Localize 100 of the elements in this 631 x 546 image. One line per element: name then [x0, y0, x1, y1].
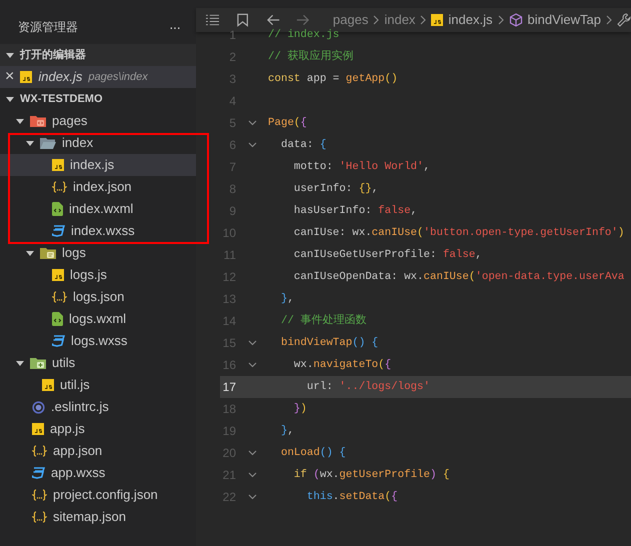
fold-chevron-icon[interactable]: [248, 472, 256, 478]
file-row[interactable]: logs.json: [0, 286, 196, 308]
folder-row[interactable]: index: [0, 132, 196, 154]
code-line: motto: 'Hello World',: [292, 160, 430, 175]
file-name: util.js: [60, 376, 90, 394]
file-name: utils: [52, 354, 76, 372]
code-line: onLoad() {: [280, 446, 346, 461]
open-editor-row[interactable]: × index.js pages\index: [0, 66, 196, 88]
caret-icon: [26, 249, 34, 257]
folder-row[interactable]: logs: [0, 242, 196, 264]
folder-icon: [40, 136, 56, 150]
back-arrow-icon[interactable]: [266, 14, 280, 26]
chevron-icon: [498, 15, 504, 25]
folder-icon: [40, 246, 56, 260]
fold-chevron-icon[interactable]: [248, 450, 256, 456]
folder-row[interactable]: utils: [0, 352, 196, 374]
line-number: 17: [222, 379, 236, 396]
fold-chevron-icon[interactable]: [248, 494, 256, 500]
code-line: Page({: [268, 116, 307, 131]
file-row[interactable]: index.wxss: [0, 220, 196, 242]
breadcrumb-item[interactable]: index: [384, 10, 416, 30]
css-file-icon: [52, 225, 65, 237]
code-line: wx.navigateTo({: [292, 358, 392, 373]
file-name: index: [62, 134, 94, 152]
caret-icon: [16, 359, 24, 367]
code-line: // 获取应用实例: [268, 48, 354, 65]
fold-chevron-icon[interactable]: [248, 120, 256, 126]
file-row[interactable]: project.config.json: [0, 484, 196, 506]
file-name: logs.wxml: [69, 310, 126, 328]
code-line: data: {: [280, 138, 326, 153]
file-row[interactable]: app.json: [0, 440, 196, 462]
code-line: },: [280, 424, 294, 439]
close-button[interactable]: ×: [5, 69, 14, 85]
file-row[interactable]: logs.wxss: [0, 330, 196, 352]
wrench-icon[interactable]: [616, 13, 631, 27]
code-line: },: [280, 292, 294, 307]
file-row[interactable]: logs.js: [0, 264, 196, 286]
braces-icon: [32, 511, 47, 523]
js-file-icon: [431, 14, 444, 26]
code-line: canIUseOpenData: wx.canIUse('open-data.type.userAva: [292, 270, 624, 285]
code-line: const app = getApp(): [268, 72, 398, 87]
more-button[interactable]: ···: [169, 16, 180, 38]
breadcrumb-item[interactable]: pages: [332, 10, 368, 30]
file-name: index.json: [73, 178, 132, 196]
file-name: app.wxss: [51, 464, 106, 482]
js-file-icon: [52, 269, 64, 281]
file-name: .eslintrc.js: [51, 398, 109, 416]
file-name: index.wxss: [71, 222, 135, 240]
caret-icon: [6, 51, 14, 59]
file-row[interactable]: index.js: [0, 154, 196, 176]
caret-icon: [6, 95, 14, 103]
js-file-icon: [52, 159, 64, 171]
code-line: canIUseGetUserProfile: false,: [292, 248, 482, 263]
code-line: this.setData({: [306, 490, 398, 505]
file-row[interactable]: logs.wxml: [0, 308, 196, 330]
file-name: logs.json: [73, 288, 124, 306]
folder-row[interactable]: pages: [0, 110, 196, 132]
file-row[interactable]: sitemap.json: [0, 506, 196, 528]
file-name: pages: [52, 112, 88, 130]
section-header[interactable]: WX-TESTDEMO: [0, 88, 196, 110]
code-line: url: '../logs/logs': [306, 380, 430, 395]
chevron-icon: [373, 15, 380, 25]
file-row[interactable]: .eslintrc.js: [0, 396, 196, 418]
fold-chevron-icon[interactable]: [248, 142, 256, 148]
forward-arrow-icon[interactable]: [296, 14, 309, 26]
line-number: 1: [228, 27, 236, 44]
code-line: // index.js: [268, 28, 340, 43]
code-line: hasUserInfo: false,: [292, 204, 418, 219]
file-name: index.wxml: [69, 200, 134, 218]
file-row[interactable]: index.json: [0, 176, 196, 198]
sidebar-title: 资源管理器: [18, 19, 78, 36]
code-line: userInfo: {},: [292, 182, 378, 197]
fold-chevron-icon[interactable]: [248, 362, 256, 368]
chevron-icon: [420, 15, 426, 25]
section-header[interactable]: 打开的编辑器: [0, 44, 196, 66]
braces-icon: [52, 181, 67, 193]
js-file-icon: [20, 71, 32, 83]
code-line: }): [292, 402, 307, 417]
chevron-icon: [606, 15, 612, 25]
breadcrumb-item[interactable]: index.js: [448, 10, 492, 30]
code-line: canIUse: wx.canIUse('button.open-type.getUserInfo'): [292, 226, 624, 241]
file-row[interactable]: index.wxml: [0, 198, 196, 220]
ring-icon: [32, 400, 45, 414]
breadcrumb-item[interactable]: bindViewTap: [528, 10, 601, 30]
file-row[interactable]: util.js: [0, 374, 196, 396]
file-row[interactable]: app.wxss: [0, 462, 196, 484]
css-file-icon: [32, 467, 45, 479]
menu-icon[interactable]: [206, 14, 220, 26]
code-line: // 事件处理函数: [280, 313, 366, 329]
file-name: index.js: [70, 156, 114, 174]
file-row[interactable]: app.js: [0, 418, 196, 440]
caret-icon: [26, 139, 34, 147]
code-line: bindViewTap() {: [280, 336, 378, 351]
code-file-icon: [52, 312, 63, 326]
fold-chevron-icon[interactable]: [248, 340, 256, 346]
file-name: logs: [62, 244, 86, 262]
file-name: sitemap.json: [53, 508, 126, 526]
braces-icon: [32, 489, 47, 501]
bookmark-icon[interactable]: [237, 13, 249, 27]
folder-icon: [30, 114, 46, 128]
